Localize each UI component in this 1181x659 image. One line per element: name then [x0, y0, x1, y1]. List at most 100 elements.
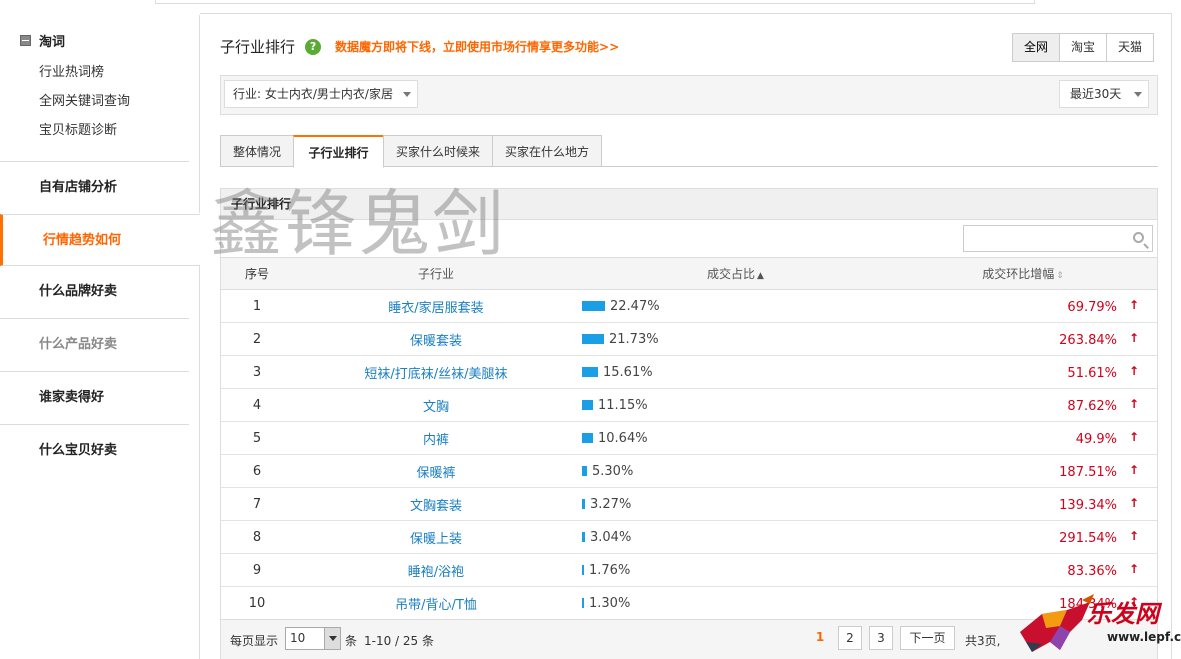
sidebar-item-own-shop[interactable]: 自有店铺分析	[0, 162, 200, 214]
chevron-down-icon	[1134, 92, 1142, 97]
collapse-icon[interactable]	[20, 35, 31, 46]
table-header-row: 序号 子行业 成交占比 ▲ 成交环比增幅 ⇕	[221, 257, 1157, 290]
next-page-button[interactable]: 下一页	[900, 626, 955, 650]
growth-cell: 69.79% ↑	[889, 290, 1157, 323]
table-row: 1 睡衣/家居服套装 22.47% 69.79% ↑	[221, 290, 1157, 323]
table-row: 2 保暖套装 21.73% 263.84% ↑	[221, 323, 1157, 356]
share-bar	[582, 499, 585, 509]
per-page-select[interactable]: 10	[285, 627, 341, 650]
sub-industry-link[interactable]: 保暖裤	[416, 466, 455, 481]
sub-industry-cell: 短袜/打底袜/丝袜/美腿袜	[293, 356, 579, 389]
arrow-up-icon: ↑	[1128, 528, 1140, 543]
header-share[interactable]: 成交占比 ▲	[579, 258, 889, 290]
share-value: 5.30%	[592, 463, 634, 479]
sub-industry-link[interactable]: 文胸套装	[410, 499, 462, 514]
arrow-up-icon: ↑	[1128, 330, 1140, 345]
arrow-up-icon: ↑	[1128, 429, 1140, 444]
top-strip	[155, 0, 1035, 4]
share-bar	[582, 301, 605, 311]
page-1-button[interactable]: 1	[811, 626, 829, 650]
sub-industry-link[interactable]: 保暖套装	[410, 334, 462, 349]
chevron-down-icon[interactable]	[324, 628, 340, 649]
share-value: 1.30%	[589, 595, 631, 611]
sub-industry-link[interactable]: 保暖上装	[410, 532, 462, 547]
growth-value: 291.54%	[1059, 530, 1117, 546]
per-page-unit: 条	[345, 634, 358, 648]
sub-industry-link[interactable]: 文胸	[423, 400, 449, 415]
sidebar-sub-item-keyword-query[interactable]: 全网关键词查询	[39, 90, 130, 109]
sidebar-item-sellers[interactable]: 谁家卖得好	[0, 372, 200, 424]
upgrade-notice-link[interactable]: 数据魔方即将下线，立即使用市场行情享更多功能>>	[335, 38, 619, 55]
sub-industry-cell: 保暖上装	[293, 521, 579, 554]
sub-industry-link[interactable]: 睡衣/家居服套装	[388, 301, 483, 316]
growth-cell: 187.51% ↑	[889, 455, 1157, 488]
growth-cell: 83.36% ↑	[889, 554, 1157, 587]
share-cell: 3.04%	[579, 521, 889, 554]
growth-value: 87.62%	[1067, 398, 1117, 414]
search-icon[interactable]	[1133, 232, 1144, 243]
help-icon[interactable]: ?	[305, 38, 322, 55]
header-growth-label: 成交环比增幅	[982, 267, 1055, 281]
page-2-button[interactable]: 2	[838, 626, 862, 650]
sub-industry-cell: 吊带/背心/T恤	[293, 587, 579, 620]
tab-sub-industry-ranking[interactable]: 子行业排行	[293, 135, 384, 168]
header-growth[interactable]: 成交环比增幅 ⇕	[889, 258, 1157, 290]
header-no: 序号	[244, 267, 269, 281]
sidebar-item-market-trend[interactable]: 行情趋势如何	[0, 214, 200, 266]
growth-value: 187.51%	[1059, 464, 1117, 480]
sub-industry-link[interactable]: 短袜/打底袜/丝袜/美腿袜	[364, 367, 507, 382]
tab-buyer-location[interactable]: 买家在什么地方	[492, 135, 602, 167]
share-cell: 5.30%	[579, 455, 889, 488]
market-tab-tmall[interactable]: 天猫	[1106, 34, 1153, 61]
growth-cell: 139.34% ↑	[889, 488, 1157, 521]
table-row: 5 内裤 10.64% 49.9% ↑	[221, 422, 1157, 455]
industry-select[interactable]: 行业: 女士内衣/男士内衣/家居	[224, 80, 418, 108]
industry-select-value: 行业: 女士内衣/男士内衣/家居	[233, 87, 393, 101]
sub-industry-link[interactable]: 吊带/背心/T恤	[395, 598, 477, 613]
ranking-table: 序号 子行业 成交占比 ▲ 成交环比增幅 ⇕ 1 睡衣/家居服套装 22.47% 69.7…	[221, 257, 1157, 620]
sub-industry-link[interactable]: 睡袍/浴袍	[408, 565, 464, 580]
share-bar	[582, 598, 584, 608]
sidebar-item-brands[interactable]: 什么品牌好卖	[0, 266, 200, 318]
period-select[interactable]: 最近30天	[1059, 80, 1149, 108]
growth-value: 263.84%	[1059, 332, 1117, 348]
ranking-panel: 子行业排行 序号 子行业 成交占比 ▲ 成交环比增幅 ⇕ 1 睡衣/家居服套装 22.4…	[220, 188, 1158, 659]
tab-overview[interactable]: 整体情况	[220, 135, 294, 167]
sub-industry-cell: 保暖裤	[293, 455, 579, 488]
market-tab-all[interactable]: 全网	[1013, 34, 1060, 61]
page-3-button[interactable]: 3	[869, 626, 893, 650]
search-input[interactable]	[963, 225, 1153, 252]
sub-industry-link[interactable]: 内裤	[423, 433, 449, 448]
per-page-label: 每页显示	[230, 634, 279, 648]
sidebar-group-label: 淘词	[39, 35, 66, 50]
row-number: 4	[252, 397, 262, 413]
sub-industry-cell: 睡袍/浴袍	[293, 554, 579, 587]
total-pages: 共3页,	[965, 634, 1001, 648]
share-cell: 21.73%	[579, 323, 889, 356]
share-cell: 1.76%	[579, 554, 889, 587]
logo-url: www.lepf.cn	[1107, 630, 1181, 644]
sidebar-sub-item-hot-words[interactable]: 行业热词榜	[39, 61, 104, 80]
share-bar	[582, 400, 593, 410]
sidebar-item-items[interactable]: 什么宝贝好卖	[0, 425, 200, 477]
share-bar	[582, 565, 584, 575]
market-tab-taobao[interactable]: 淘宝	[1059, 34, 1106, 61]
title-row: 子行业排行 ? 数据魔方即将下线，立即使用市场行情享更多功能>>	[220, 36, 619, 57]
tab-buyer-time[interactable]: 买家什么时候来	[383, 135, 493, 167]
market-switch: 全网 淘宝 天猫	[1012, 33, 1155, 62]
sort-icon[interactable]: ⇕	[1056, 271, 1064, 281]
share-value: 3.27%	[590, 496, 632, 512]
share-bar	[582, 334, 604, 344]
growth-cell: 51.61% ↑	[889, 356, 1157, 389]
share-value: 10.64%	[598, 430, 648, 446]
sort-desc-icon[interactable]: ▲	[757, 271, 764, 281]
sidebar-group-taoci[interactable]: 淘词	[20, 31, 65, 50]
row-number: 5	[252, 430, 262, 446]
table-row: 9 睡袍/浴袍 1.76% 83.36% ↑	[221, 554, 1157, 587]
share-bar	[582, 532, 585, 542]
row-number: 8	[252, 529, 262, 545]
share-bar	[582, 433, 593, 443]
arrow-up-icon: ↑	[1128, 396, 1140, 411]
sidebar-item-products[interactable]: 什么产品好卖	[0, 319, 200, 371]
sidebar-sub-item-title-diagnosis[interactable]: 宝贝标题诊断	[39, 119, 117, 138]
